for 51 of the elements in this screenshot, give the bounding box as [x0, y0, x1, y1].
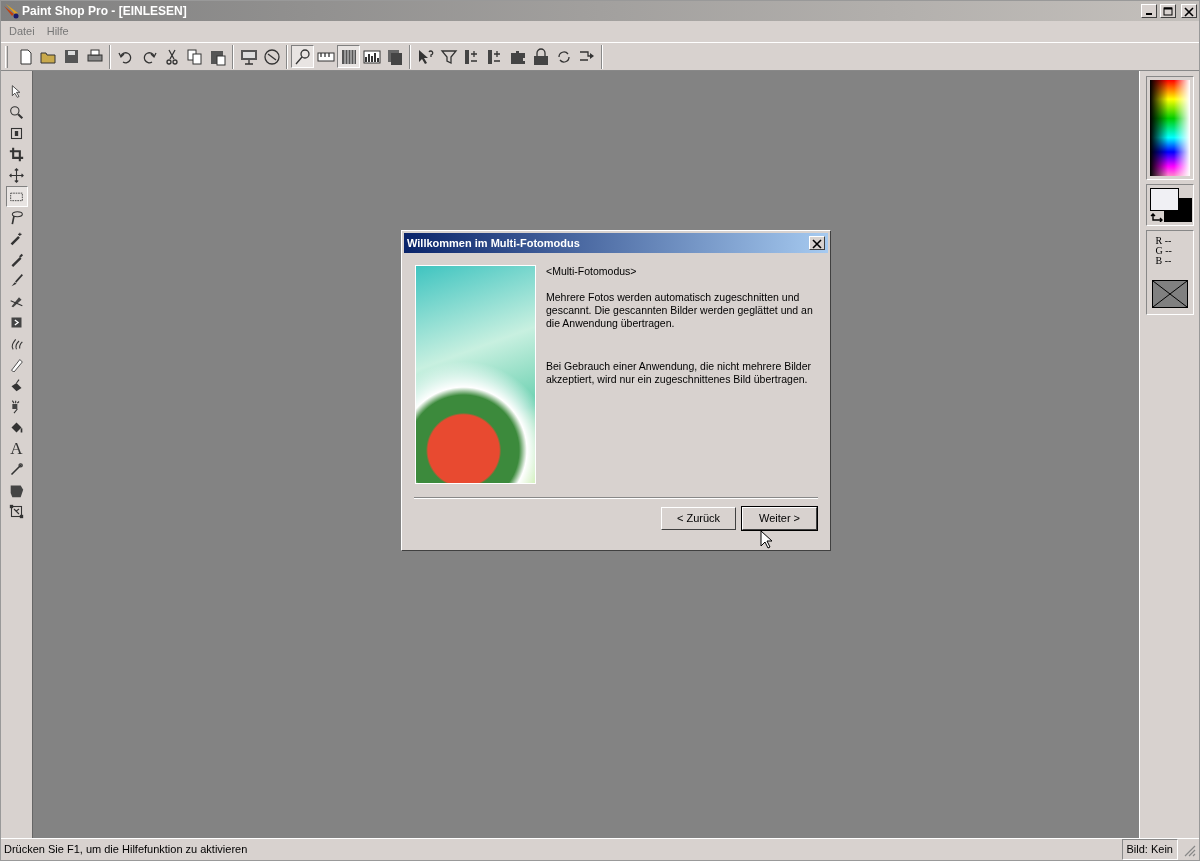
move-arrows-icon [9, 168, 24, 183]
color-value-text: B -- [1154, 256, 1173, 266]
window-title: Paint Shop Pro - [EINLESEN] [22, 3, 188, 20]
help-pointer-icon [416, 47, 435, 66]
vector-object-icon [9, 504, 24, 519]
monitor-icon [239, 47, 258, 66]
close-icon [1183, 5, 1195, 17]
dialog-paragraph: Mehrere Fotos werden automatisch zugeschnitten und gescannt. Die gescannten Bilder werden geglättet und an die Anwendung übertragen. [546, 291, 814, 330]
close-icon [811, 237, 823, 249]
status-message: Drücken Sie F1, um die Hilfefunktion zu aktivieren [4, 842, 249, 858]
dialog-heading: <Multi-Fotomodus> [546, 265, 638, 278]
image-status: Bild: Kein [1121, 839, 1178, 860]
color-value-text: R -- [1154, 236, 1173, 246]
magic-wand-icon [9, 231, 24, 246]
next-button[interactable]: Weiter > [742, 507, 817, 530]
close-button[interactable] [1181, 4, 1197, 18]
shape-icon [9, 483, 24, 498]
grid-icon [339, 47, 358, 66]
stacked-pages-icon [385, 47, 404, 66]
maximize-icon [1162, 5, 1174, 17]
minimize-icon [1146, 13, 1152, 15]
eraser-icon [9, 357, 24, 372]
paint-bucket-icon [9, 420, 24, 435]
close-button[interactable] [809, 236, 825, 250]
histogram-icon [362, 47, 381, 66]
back-button[interactable]: < Zurück [661, 507, 736, 530]
dialog-title: Willkommen im Multi-Fotomodus [407, 235, 580, 251]
circle-icon [262, 47, 281, 66]
crop-icon [9, 147, 24, 162]
color-spectrum[interactable] [1149, 80, 1190, 176]
color-value-text: G -- [1154, 246, 1173, 256]
lock-icon [531, 47, 550, 66]
dropper-icon [9, 252, 24, 267]
app-icon [3, 3, 19, 19]
magnifier-icon [9, 105, 24, 120]
tool-tool[interactable]: A [5, 438, 28, 459]
funnel-icon [439, 47, 458, 66]
color-swatches-drawing[interactable] [1149, 188, 1192, 222]
line-icon [9, 462, 24, 477]
paintbrush-icon [9, 273, 24, 288]
no-pattern-swatch[interactable] [1151, 280, 1188, 308]
minimize-button[interactable] [1141, 4, 1157, 18]
picture-tube-icon [9, 378, 24, 393]
grid-button[interactable] [337, 45, 360, 68]
rectangle-selection-tool[interactable] [5, 186, 28, 207]
maximize-button[interactable] [1160, 4, 1176, 18]
copy-icon [185, 47, 204, 66]
lasso-icon [9, 210, 24, 225]
deform-icon [9, 126, 24, 141]
dialog-paragraph: Bei Gebrauch einer Anwendung, die nicht mehrere Bilder akzeptiert, wird nur ein zugeschnittenes Bild übertragen. [546, 360, 812, 386]
color-replace-icon [9, 315, 24, 330]
